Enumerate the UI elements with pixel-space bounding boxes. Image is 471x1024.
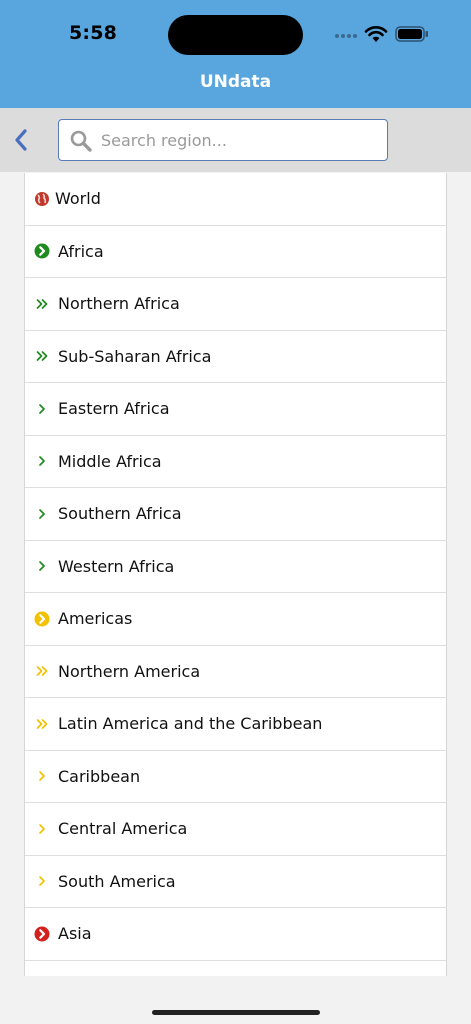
region-label: South America bbox=[58, 871, 176, 891]
region-row-southern-africa[interactable]: Southern Africa bbox=[25, 488, 446, 541]
page-title: UNdata bbox=[199, 72, 272, 92]
globe-icon bbox=[33, 190, 51, 208]
search-input[interactable] bbox=[101, 126, 379, 154]
dynamic-island bbox=[168, 15, 303, 55]
chevron-right-icon bbox=[33, 505, 51, 523]
region-label: Sub-Saharan Africa bbox=[58, 346, 212, 366]
region-label: Northern Africa bbox=[58, 294, 180, 314]
region-label: Americas bbox=[58, 609, 133, 629]
region-row-south-america[interactable]: South America bbox=[25, 856, 446, 908]
search-bar bbox=[0, 108, 471, 172]
search-icon bbox=[70, 130, 92, 152]
circle-chevron-icon bbox=[33, 242, 51, 260]
app-header: 5:58 UNdata bbox=[0, 0, 471, 108]
region-label: Latin America and the Caribbean bbox=[58, 714, 323, 734]
bottom-safe-area bbox=[0, 976, 471, 1024]
region-label: World bbox=[55, 189, 101, 209]
double-chevron-icon bbox=[33, 715, 51, 733]
status-time: 5:58 bbox=[69, 22, 118, 44]
list-item[interactable] bbox=[25, 961, 446, 977]
home-indicator[interactable] bbox=[152, 1010, 320, 1015]
chevron-right-icon bbox=[33, 557, 51, 575]
region-row-northern-america[interactable]: Northern America bbox=[25, 646, 446, 698]
double-chevron-icon bbox=[33, 662, 51, 680]
region-label: Eastern Africa bbox=[58, 399, 170, 419]
region-row-northern-africa[interactable]: Northern Africa bbox=[25, 278, 446, 331]
region-list: World Africa Northern Africa Sub-Saharan Af… bbox=[24, 173, 447, 976]
region-label: Caribbean bbox=[58, 766, 141, 786]
chevron-right-icon bbox=[33, 820, 51, 838]
region-label: Central America bbox=[58, 819, 188, 839]
region-row-americas[interactable]: Americas bbox=[25, 593, 446, 646]
region-label: Northern America bbox=[58, 661, 201, 681]
region-row-central-america[interactable]: Central America bbox=[25, 803, 446, 856]
chevron-right-icon bbox=[33, 872, 51, 890]
circle-chevron-icon bbox=[33, 925, 51, 943]
region-row-sub-saharan-africa[interactable]: Sub-Saharan Africa bbox=[25, 331, 446, 383]
double-chevron-icon bbox=[33, 295, 51, 313]
circle-chevron-icon bbox=[33, 610, 51, 628]
region-row-middle-africa[interactable]: Middle Africa bbox=[25, 436, 446, 488]
region-label: Middle Africa bbox=[58, 451, 162, 471]
region-row-latin-america-and-the-caribbean[interactable]: Latin America and the Caribbean bbox=[25, 698, 446, 751]
region-row-eastern-africa[interactable]: Eastern Africa bbox=[25, 383, 446, 436]
chevron-right-icon bbox=[33, 400, 51, 418]
double-chevron-icon bbox=[33, 347, 51, 365]
region-label: Western Africa bbox=[58, 556, 175, 576]
region-row-caribbean[interactable]: Caribbean bbox=[25, 751, 446, 803]
region-row-africa[interactable]: Africa bbox=[25, 226, 446, 278]
region-label: Asia bbox=[58, 924, 92, 944]
region-row-asia[interactable]: Asia bbox=[25, 908, 446, 961]
chevron-right-icon bbox=[33, 452, 51, 470]
region-row-western-africa[interactable]: Western Africa bbox=[25, 541, 446, 593]
wifi-icon bbox=[364, 26, 388, 42]
cellular-signal-icon bbox=[335, 34, 357, 38]
region-row-world[interactable]: World bbox=[25, 173, 446, 226]
chevron-right-icon bbox=[33, 767, 51, 785]
battery-icon bbox=[395, 26, 428, 42]
back-chevron-icon[interactable] bbox=[10, 125, 32, 155]
region-label: Africa bbox=[58, 241, 104, 261]
search-field[interactable] bbox=[58, 119, 388, 161]
region-label: Southern Africa bbox=[58, 504, 182, 524]
